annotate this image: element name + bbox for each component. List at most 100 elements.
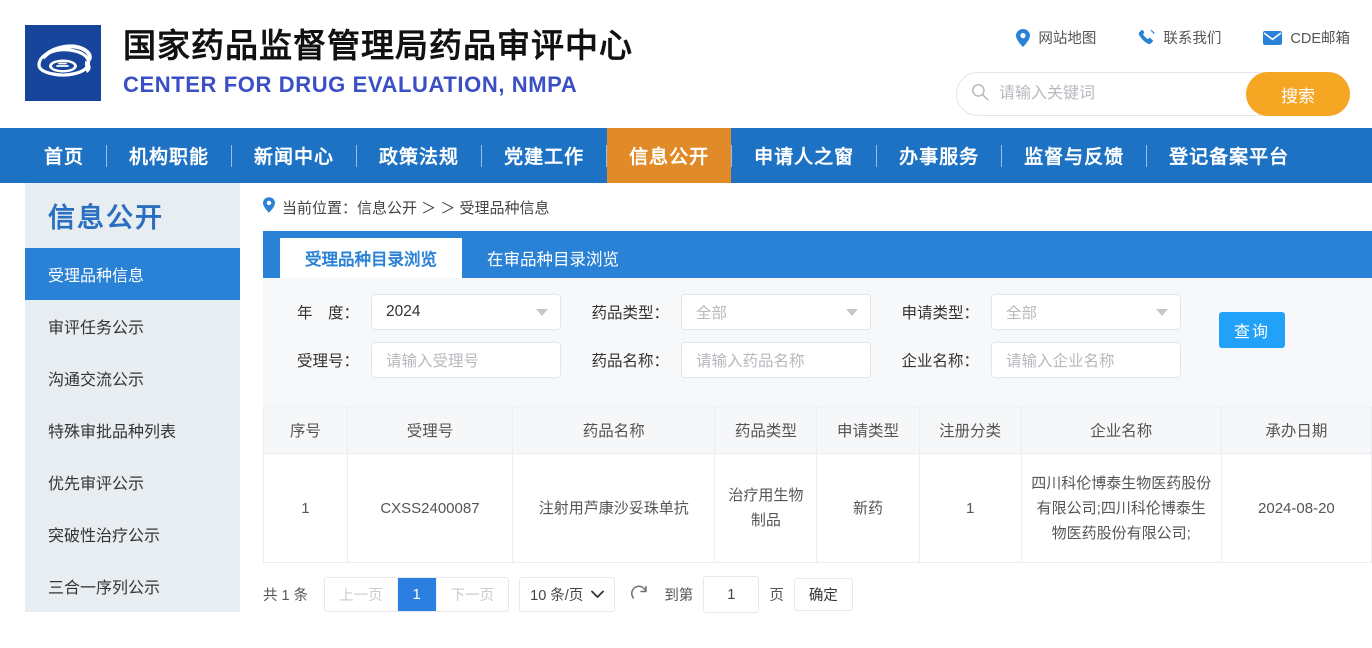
- tab-bar: 受理品种目录浏览 在审品种目录浏览: [263, 231, 1372, 278]
- apply-type-label: 申请类型：: [901, 305, 979, 322]
- col-date: 承办日期: [1220, 407, 1372, 454]
- top-link-mailbox[interactable]: CDE邮箱: [1263, 27, 1350, 48]
- nav-item-info-disclosure[interactable]: 信息公开: [607, 128, 732, 183]
- company-name-input[interactable]: 请输入企业名称: [991, 342, 1181, 378]
- filter-row-2: 受理号： 请输入受理号 药品名称： 请输入药品名称 企业名称： 请输入企业名称: [263, 342, 1372, 378]
- top-link-mailbox-label: CDE邮箱: [1290, 31, 1350, 47]
- jump-prefix-label: 到第: [664, 588, 694, 604]
- drug-name-placeholder: 请输入药品名称: [696, 353, 805, 370]
- col-reg-class: 注册分类: [918, 407, 1022, 454]
- cell-drug-name: 注射用芦康沙妥珠单抗: [512, 453, 716, 563]
- site-header: 国家药品监督管理局药品审评中心 CENTER FOR DRUG EVALUATI…: [0, 0, 1372, 128]
- company-name-placeholder: 请输入企业名称: [1006, 353, 1115, 370]
- drug-type-value: 全部: [696, 305, 728, 322]
- accept-no-input[interactable]: 请输入受理号: [371, 342, 561, 378]
- sidebar-item-review-tasks[interactable]: 审评任务公示: [25, 300, 240, 352]
- search-bar[interactable]: 搜索: [956, 72, 1350, 116]
- content-area: 当前位置：信息公开 ＞ ＞ 受理品种信息 受理品种目录浏览 在审品种目录浏览 年…: [263, 183, 1372, 626]
- page-size-select[interactable]: 10 条/页: [519, 577, 616, 612]
- col-drug-type: 药品类型: [714, 407, 818, 454]
- cell-apply-type: 新药: [816, 453, 920, 563]
- cell-seq: 1: [263, 453, 348, 563]
- col-seq: 序号: [263, 407, 348, 454]
- search-input[interactable]: [997, 73, 1246, 115]
- brand[interactable]: 国家药品监督管理局药品审评中心 CENTER FOR DRUG EVALUATI…: [25, 25, 633, 101]
- nav-item-party[interactable]: 党建工作: [482, 128, 606, 183]
- chevron-down-icon: [846, 309, 858, 316]
- page-size-label: 10 条/页: [530, 588, 584, 604]
- top-link-contact[interactable]: 联系我们: [1138, 27, 1221, 48]
- col-company: 企业名称: [1020, 407, 1222, 454]
- apply-type-value: 全部: [1006, 305, 1038, 322]
- pagination-buttons: 上一页 1 下一页: [324, 577, 510, 612]
- pagination-total: 共 1 条: [263, 588, 309, 604]
- cde-fish-logo-icon: [25, 25, 101, 101]
- tab-under-review-catalog[interactable]: 在审品种目录浏览: [462, 238, 644, 278]
- apply-type-select[interactable]: 全部: [991, 294, 1181, 330]
- table-header-row: 序号 受理号 药品名称 药品类型 申请类型 注册分类 企业名称 承办日期: [263, 407, 1372, 454]
- nav-item-news[interactable]: 新闻中心: [232, 128, 356, 183]
- jump-suffix-label: 页: [769, 588, 784, 604]
- breadcrumb: 当前位置：信息公开 ＞ ＞ 受理品种信息: [263, 183, 1372, 231]
- nav-item-policy[interactable]: 政策法规: [357, 128, 481, 183]
- jump-confirm-button[interactable]: 确定: [793, 578, 853, 611]
- next-page-button[interactable]: 下一页: [435, 578, 509, 611]
- sidebar-item-accepted-varieties[interactable]: 受理品种信息: [25, 248, 240, 300]
- sidebar-item-special-approval[interactable]: 特殊审批品种列表: [25, 404, 240, 456]
- top-link-sitemap[interactable]: 网站地图: [1016, 27, 1096, 48]
- nav-item-functions[interactable]: 机构职能: [107, 128, 231, 183]
- nav-item-supervision[interactable]: 监督与反馈: [1002, 128, 1146, 183]
- nav-item-home[interactable]: 首页: [0, 128, 106, 183]
- sidebar-title: 信息公开: [25, 183, 240, 248]
- site-title-cn: 国家药品监督管理局药品审评中心: [123, 27, 633, 64]
- chevron-down-icon: [1156, 309, 1168, 316]
- drug-type-label: 药品类型：: [591, 305, 669, 322]
- query-button[interactable]: 查询: [1219, 312, 1285, 348]
- sidebar-item-breakthrough-therapy[interactable]: 突破性治疗公示: [25, 508, 240, 560]
- chevron-down-icon: [591, 587, 605, 603]
- jump-page-input[interactable]: [703, 576, 760, 613]
- search-icon: [971, 83, 989, 106]
- cell-reg-class: 1: [918, 453, 1022, 563]
- nav-item-services[interactable]: 办事服务: [877, 128, 1001, 183]
- chevron-down-icon: [536, 309, 548, 316]
- page-body: 信息公开 受理品种信息 审评任务公示 沟通交流公示 特殊审批品种列表 优先审评公…: [0, 183, 1372, 648]
- drug-name-label: 药品名称：: [591, 353, 669, 370]
- sidebar-item-three-in-one[interactable]: 三合一序列公示: [25, 560, 240, 612]
- top-link-sitemap-label: 网站地图: [1038, 31, 1097, 47]
- cell-company: 四川科伦博泰生物医药股份有限公司;四川科伦博泰生物医药股份有限公司;: [1020, 453, 1222, 563]
- pagination: 共 1 条 上一页 1 下一页 10 条/页 到第 页 确定: [263, 563, 1372, 626]
- sidebar-item-priority-review[interactable]: 优先审评公示: [25, 456, 240, 508]
- main-nav: 首页 机构职能 新闻中心 政策法规 党建工作 信息公开 申请人之窗 办事服务 监…: [0, 128, 1372, 183]
- nav-item-registration-platform[interactable]: 登记备案平台: [1147, 128, 1311, 183]
- tab-accepted-catalog[interactable]: 受理品种目录浏览: [280, 238, 462, 278]
- refresh-icon[interactable]: [630, 585, 649, 604]
- phone-icon: [1138, 29, 1155, 46]
- location-pin-icon: [263, 197, 275, 217]
- drug-type-select[interactable]: 全部: [681, 294, 871, 330]
- cell-drug-type: 治疗用生物制品: [714, 453, 818, 563]
- col-accept-no: 受理号: [346, 407, 514, 454]
- cell-date: 2024-08-20: [1220, 453, 1372, 563]
- drug-name-input[interactable]: 请输入药品名称: [681, 342, 871, 378]
- filter-row-1: 年 度： 2024 药品类型： 全部 申请类型： 全部: [263, 294, 1372, 330]
- accept-no-label: 受理号：: [296, 353, 359, 370]
- envelope-icon: [1263, 30, 1283, 45]
- top-links: 网站地图 联系我们 CDE邮箱: [1016, 27, 1350, 48]
- sidebar: 信息公开 受理品种信息 审评任务公示 沟通交流公示 特殊审批品种列表 优先审评公…: [25, 183, 240, 612]
- results-table: 序号 受理号 药品名称 药品类型 申请类型 注册分类 企业名称 承办日期 1 C…: [263, 407, 1372, 563]
- col-drug-name: 药品名称: [512, 407, 716, 454]
- filter-panel: 年 度： 2024 药品类型： 全部 申请类型： 全部 受理号： 请输入受理号 …: [263, 278, 1372, 407]
- nav-item-applicant-window[interactable]: 申请人之窗: [732, 128, 876, 183]
- year-label: 年 度：: [296, 305, 359, 322]
- year-value: 2024: [386, 303, 421, 320]
- search-button[interactable]: 搜索: [1246, 72, 1350, 116]
- prev-page-button[interactable]: 上一页: [325, 578, 398, 611]
- year-select[interactable]: 2024: [371, 294, 561, 330]
- top-link-contact-label: 联系我们: [1163, 31, 1222, 47]
- breadcrumb-text: 当前位置：信息公开 ＞ ＞ 受理品种信息: [282, 199, 550, 217]
- brand-text: 国家药品监督管理局药品审评中心 CENTER FOR DRUG EVALUATI…: [123, 26, 633, 100]
- sidebar-item-communication[interactable]: 沟通交流公示: [25, 352, 240, 404]
- page-number-1[interactable]: 1: [397, 578, 436, 611]
- table-row[interactable]: 1 CXSS2400087 注射用芦康沙妥珠单抗 治疗用生物制品 新药 1 四川…: [263, 453, 1372, 563]
